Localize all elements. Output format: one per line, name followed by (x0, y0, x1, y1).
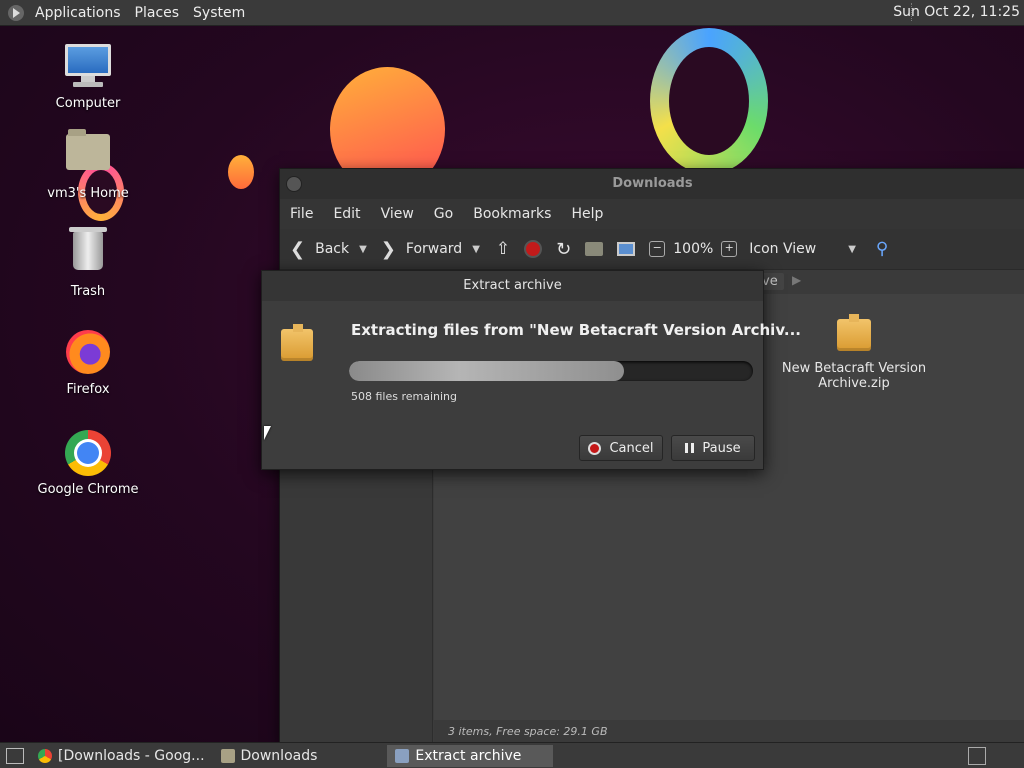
workspace-switcher-icon[interactable] (968, 747, 986, 765)
chrome-icon (38, 748, 52, 763)
package-icon (281, 324, 313, 361)
window-menu-icon[interactable] (286, 176, 302, 192)
view-mode-label: Icon View (749, 241, 817, 257)
menu-bookmarks[interactable]: Bookmarks (463, 206, 561, 222)
desktop-icon-label: Firefox (66, 382, 110, 397)
menu-places[interactable]: Places (128, 5, 187, 21)
progress-bar (349, 361, 753, 381)
folder-icon (220, 748, 235, 763)
forward-arrow-icon: ❯ (380, 238, 396, 260)
desktop-icon-chrome[interactable]: Google Chrome (33, 428, 143, 497)
desktop-icon-label: Computer (55, 96, 121, 111)
file-item[interactable]: New Betacraft Version Archive.zip (780, 314, 928, 391)
back-arrow-icon: ❮ (290, 238, 306, 260)
up-icon[interactable]: ⇧ (496, 239, 510, 259)
desktop-icon-label: vm3's Home (47, 186, 129, 201)
dialog-heading: Extracting files from "New Betacraft Ver… (351, 321, 801, 339)
path-next-icon[interactable]: ▶ (792, 273, 801, 287)
computer-icon[interactable] (617, 242, 636, 256)
show-desktop-icon[interactable] (6, 747, 24, 764)
clock[interactable]: Sun Oct 22, 11:25 (893, 4, 1020, 20)
status-bar: 3 items, Free space: 29.1 GB (434, 720, 1024, 744)
task-label: Extract archive (415, 747, 522, 764)
window-titlebar[interactable]: Downloads (280, 169, 1024, 199)
top-panel: Applications Places System Sun Oct 22, 1… (0, 0, 1024, 26)
files-remaining: 508 files remaining (351, 390, 458, 403)
firefox-icon (64, 330, 112, 378)
window-title: Downloads (612, 176, 693, 191)
decorative-small-orange-circle (228, 155, 254, 189)
dialog-title[interactable]: Extract archive (262, 271, 763, 301)
desktop-icon-trash[interactable]: Trash (33, 227, 143, 299)
reload-icon[interactable]: ↻ (556, 239, 571, 260)
chrome-icon (64, 430, 112, 478)
taskbar: [Downloads - Goog... Downloads Extract a… (0, 742, 1024, 768)
zoom-in-icon[interactable]: + (721, 241, 738, 257)
menu-system[interactable]: System (186, 5, 252, 21)
forward-button[interactable]: ❯ Forward ▼ (381, 239, 480, 260)
zoom-level: 100% (673, 241, 714, 257)
forward-label: Forward (405, 241, 463, 257)
menu-applications[interactable]: Applications (28, 5, 128, 21)
task-label: [Downloads - Goog... (58, 747, 205, 764)
desktop-icon-label: Google Chrome (37, 482, 139, 497)
back-button[interactable]: ❮ Back ▼ (290, 239, 367, 260)
cancel-button[interactable]: Cancel (579, 435, 663, 461)
desktop-icon-home[interactable]: vm3's Home (33, 128, 143, 201)
file-name: New Betacraft Version Archive.zip (781, 361, 927, 391)
extract-dialog: Extract archive Extracting files from "N… (261, 270, 801, 470)
mouse-cursor (264, 426, 271, 440)
task-extract-archive[interactable]: Extract archive (387, 744, 554, 767)
stop-record-icon (588, 441, 602, 455)
menu-file[interactable]: File (280, 206, 323, 222)
home-folder-icon (64, 129, 112, 182)
desktop-icon-label: Trash (70, 284, 106, 299)
progress-fill (349, 361, 624, 381)
package-icon (837, 314, 871, 351)
forward-history-dropdown-icon[interactable]: ▼ (472, 244, 480, 255)
computer-icon (64, 44, 112, 92)
pause-icon (685, 443, 695, 453)
home-icon[interactable] (585, 242, 604, 256)
archive-icon (395, 748, 410, 763)
search-icon[interactable]: ⚲ (876, 239, 888, 259)
menu-help[interactable]: Help (561, 206, 613, 222)
toolbar: ❮ Back ▼ ❯ Forward ▼ ⇧ ↻ − 100% + Icon V… (280, 229, 1024, 270)
trash-icon (64, 227, 112, 280)
chevron-down-icon: ▼ (848, 243, 856, 255)
pause-label: Pause (702, 440, 741, 456)
zoom-out-icon[interactable]: − (649, 241, 666, 257)
back-label: Back (315, 241, 350, 257)
decorative-rainbow-ring (650, 28, 768, 174)
menu-go[interactable]: Go (424, 206, 463, 222)
cancel-label: Cancel (609, 440, 654, 456)
pause-button[interactable]: Pause (671, 435, 755, 461)
desktop-icon-firefox[interactable]: Firefox (33, 328, 143, 397)
applications-menu-icon[interactable] (8, 4, 24, 21)
back-history-dropdown-icon[interactable]: ▼ (359, 244, 367, 255)
task-downloads[interactable]: Downloads (213, 745, 326, 767)
desktop-icon-computer[interactable]: Computer (33, 44, 143, 111)
menu-view[interactable]: View (371, 206, 424, 222)
task-label: Downloads (240, 747, 318, 764)
task-chrome[interactable]: [Downloads - Goog... (30, 745, 213, 767)
menu-edit[interactable]: Edit (323, 206, 370, 222)
view-mode-select[interactable]: Icon View ▼ (749, 241, 856, 257)
stop-icon[interactable] (524, 240, 543, 258)
menubar: File Edit View Go Bookmarks Help (280, 199, 1024, 229)
